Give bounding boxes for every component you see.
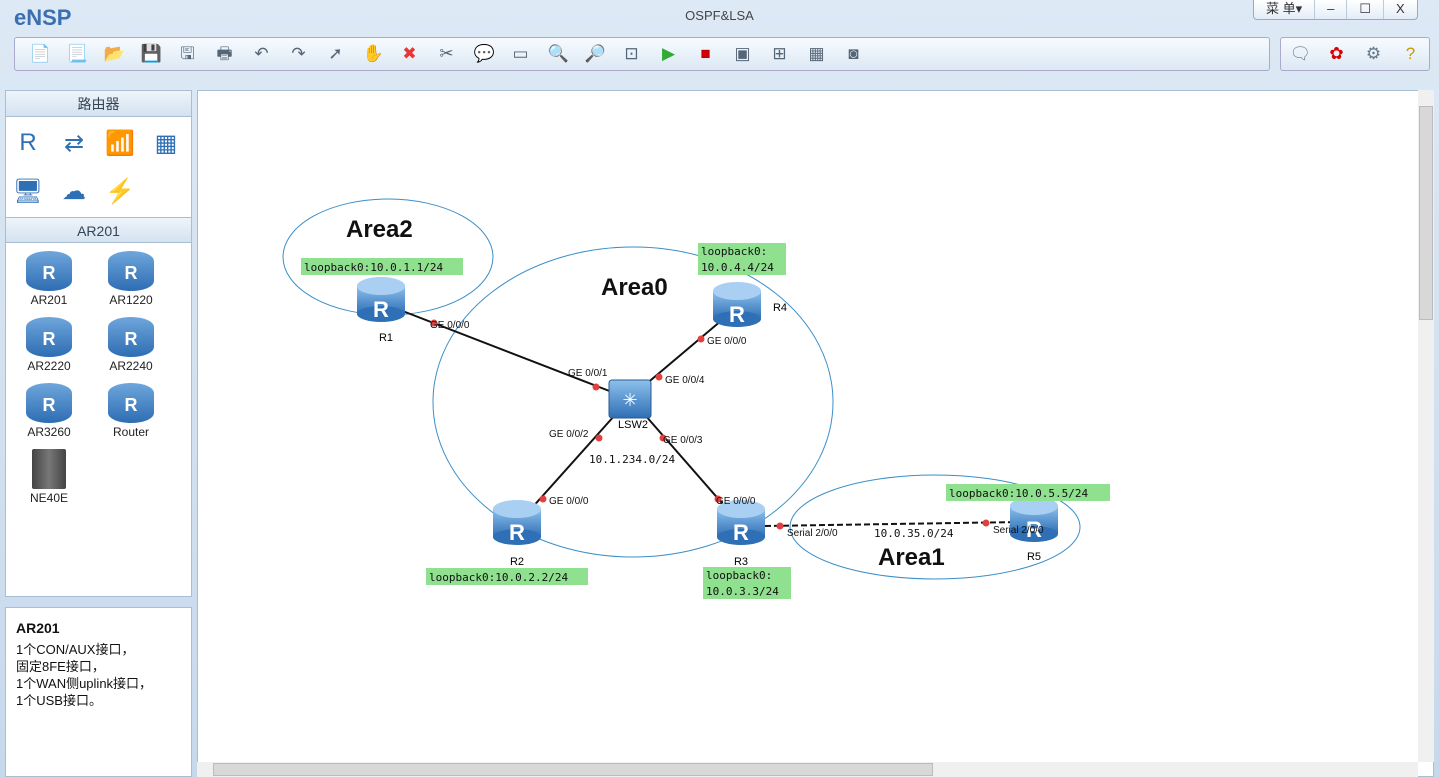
node-r1[interactable]: R R1 xyxy=(357,277,405,344)
port-label: GE 0/0/0 xyxy=(707,336,747,347)
node-r2[interactable]: R R2 xyxy=(493,500,541,568)
area1-label: Area1 xyxy=(878,544,945,571)
svg-text:R: R xyxy=(729,302,745,327)
svg-text:R: R xyxy=(733,520,749,545)
port-label: GE 0/0/1 xyxy=(568,368,608,379)
node-label: R1 xyxy=(379,332,393,344)
loopback-label-r4-ip: 10.0.4.4/24 xyxy=(701,261,774,274)
loopback-label-r3: loopback0: xyxy=(706,569,772,582)
port-label: GE 0/0/3 xyxy=(663,435,703,446)
router-icon: R xyxy=(713,282,761,327)
svg-text:R: R xyxy=(373,297,389,322)
svg-text:✳: ✳ xyxy=(622,390,637,410)
node-label: LSW2 xyxy=(618,419,648,431)
loopback-label-r5: loopback0:10.0.5.5/24 xyxy=(949,487,1088,500)
loopback-label-r1: loopback0:10.0.1.1/24 xyxy=(304,261,443,274)
area2-label: Area2 xyxy=(346,216,413,243)
port-label: GE 0/0/0 xyxy=(430,320,470,331)
port-label: GE 0/0/4 xyxy=(665,375,705,386)
router-icon: R xyxy=(493,500,541,545)
network-label-serial: 10.0.35.0/24 xyxy=(874,527,954,540)
horizontal-scroll-thumb[interactable] xyxy=(213,763,933,776)
area0-label: Area0 xyxy=(601,274,668,301)
node-label: R3 xyxy=(734,556,748,568)
node-r4[interactable]: R R4 xyxy=(713,282,787,327)
port-label: GE 0/0/2 xyxy=(549,429,589,440)
node-label: R2 xyxy=(510,556,524,568)
topology-diagram: RR1R R4✳LSW2RR2RR3RR5 Area2 Area0 Area1 l… xyxy=(282,198,1110,599)
node-lsw2[interactable]: ✳ LSW2 xyxy=(608,379,652,431)
node-r3[interactable]: R R3 xyxy=(717,500,765,568)
port-label: Serial 2/0/0 xyxy=(993,525,1044,536)
port-label: GE 0/0/0 xyxy=(549,496,589,507)
svg-text:R: R xyxy=(509,520,525,545)
port-label: Serial 2/0/0 xyxy=(787,528,838,539)
router-icon: R xyxy=(357,277,405,322)
loopback-label-r4: loopback0: xyxy=(701,245,767,258)
node-label: R4 xyxy=(773,302,787,314)
network-label-lan: 10.1.234.0/24 xyxy=(589,453,675,466)
vertical-scroll-thumb[interactable] xyxy=(1419,106,1433,320)
node-label: R5 xyxy=(1027,551,1041,563)
port-label: GE 0/0/0 xyxy=(716,496,756,507)
loopback-label-r2: loopback0:10.0.2.2/24 xyxy=(429,571,568,584)
loopback-label-r3-ip: 10.0.3.3/24 xyxy=(706,585,779,598)
link-r3-r5-serial[interactable] xyxy=(764,521,1021,527)
